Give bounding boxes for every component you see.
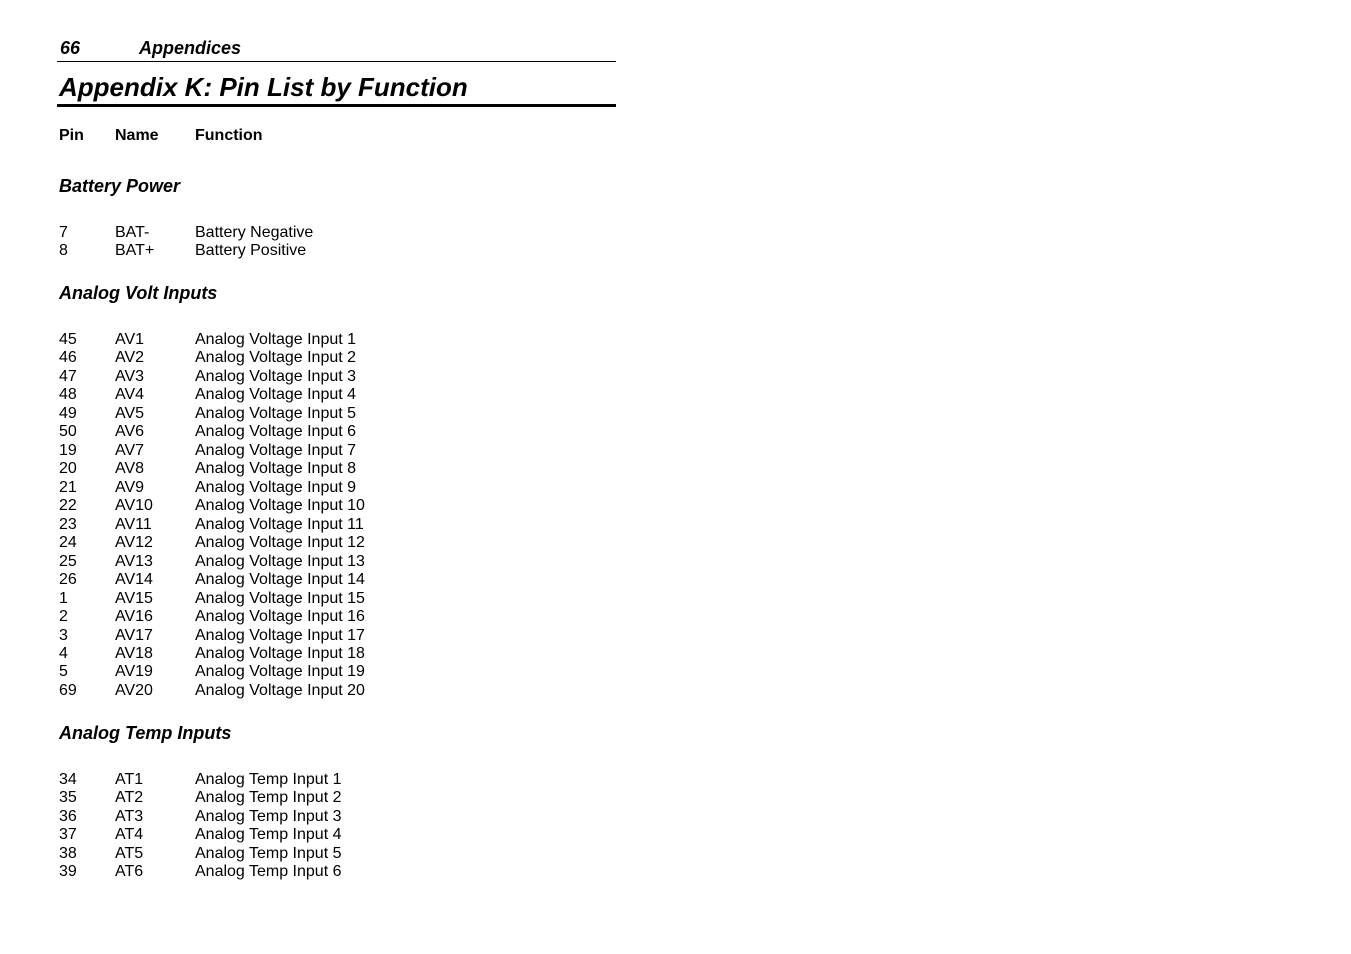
pin-function: Analog Voltage Input 1 (195, 331, 357, 348)
pin-number: 35 (59, 789, 77, 807)
pin-function: Analog Voltage Input 9 (195, 478, 357, 496)
pin-function: Analog Temp Input 1 (195, 771, 342, 788)
pin-name: AV7 (115, 441, 145, 459)
pin-name: AV8 (115, 460, 145, 478)
pin-function: Analog Voltage Input 14 (195, 571, 365, 589)
pin-number: 4 (59, 644, 68, 662)
pin-number: 47 (59, 367, 77, 385)
pin-function: Analog Temp Input 5 (195, 844, 342, 862)
pin-number: 49 (59, 404, 77, 422)
pin-name: AT1 (115, 771, 144, 788)
pin-number: 69 (59, 681, 77, 699)
pin-number: 20 (59, 460, 77, 478)
column-header-pin: Pin (59, 127, 84, 144)
pin-number: 5 (59, 663, 68, 681)
pin-name: AV3 (115, 367, 145, 385)
page-number: 66 (60, 38, 81, 58)
pin-number: 25 (59, 552, 77, 570)
pin-function: Analog Temp Input 3 (195, 807, 342, 825)
section-heading-analog-temp-inputs: Analog Temp Inputs (59, 723, 232, 743)
pin-name: AV6 (115, 423, 145, 441)
pin-function: Analog Voltage Input 10 (195, 497, 365, 515)
pin-name: AV14 (115, 571, 153, 589)
pin-name: BAT+ (115, 242, 155, 260)
pin-name: AV19 (115, 663, 153, 681)
pin-name: AT2 (115, 789, 144, 807)
pin-number: 45 (59, 331, 77, 348)
pin-number: 26 (59, 571, 77, 589)
pin-number: 7 (59, 224, 68, 241)
title-rule (57, 104, 616, 107)
pin-number: 23 (59, 515, 77, 533)
pin-number: 21 (59, 478, 77, 496)
pin-function: Analog Voltage Input 17 (195, 626, 365, 644)
pin-name: AV18 (115, 644, 153, 662)
column-header-function: Function (195, 127, 263, 144)
section-heading-analog-volt-inputs: Analog Volt Inputs (59, 283, 218, 303)
pin-function: Analog Voltage Input 5 (195, 404, 357, 422)
pin-name: AV17 (115, 626, 153, 644)
pin-number: 1 (59, 589, 68, 607)
chapter-title: Appendix K: Pin List by Function (59, 72, 468, 102)
pin-function: Analog Voltage Input 19 (195, 663, 365, 681)
pin-function: Analog Voltage Input 20 (195, 681, 365, 699)
pin-name: AV1 (115, 331, 145, 348)
pin-function: Analog Temp Input 4 (195, 826, 342, 844)
pin-function: Analog Voltage Input 18 (195, 644, 365, 662)
pin-name: AV20 (115, 681, 153, 699)
pin-name: AV11 (115, 515, 152, 533)
pin-number: 2 (59, 608, 68, 626)
pin-function: Analog Voltage Input 4 (195, 386, 357, 404)
pin-number: 34 (59, 771, 77, 788)
pin-name: AV5 (115, 404, 145, 422)
header-rule (57, 61, 616, 62)
pin-number: 39 (59, 863, 77, 881)
running-header: 66 Appendices (60, 37, 241, 59)
pin-function: Analog Voltage Input 13 (195, 552, 365, 570)
pin-name: AV12 (115, 534, 153, 552)
pin-name: AV2 (115, 349, 145, 367)
pin-function: Analog Voltage Input 15 (195, 589, 365, 607)
pin-number: 22 (59, 497, 77, 515)
pin-function: Analog Voltage Input 16 (195, 608, 365, 626)
pin-function: Analog Voltage Input 11 (195, 515, 364, 533)
pin-number: 3 (59, 626, 68, 644)
pin-number: 38 (59, 844, 77, 862)
pin-number: 8 (59, 242, 68, 260)
pin-name: AV15 (115, 589, 153, 607)
pin-number: 19 (59, 441, 77, 459)
pin-function: Analog Voltage Input 6 (195, 423, 357, 441)
pin-function: Battery Negative (195, 224, 314, 241)
pin-function: Analog Voltage Input 2 (195, 349, 357, 367)
pin-number: 50 (59, 423, 77, 441)
pin-number: 48 (59, 386, 77, 404)
pin-function: Analog Temp Input 2 (195, 789, 342, 807)
pin-name: AT4 (115, 826, 144, 844)
pin-name: AV9 (115, 478, 145, 496)
pin-name: AT3 (115, 807, 144, 825)
pin-name: BAT- (115, 224, 150, 241)
pin-function: Analog Voltage Input 8 (195, 460, 357, 478)
pin-number: 37 (59, 826, 77, 844)
pin-name: AV10 (115, 497, 153, 515)
pin-name: AV4 (115, 386, 145, 404)
pin-name: AV16 (115, 608, 153, 626)
pin-function: Analog Voltage Input 3 (195, 367, 357, 385)
running-title: Appendices (139, 38, 242, 58)
pin-name: AV13 (115, 552, 153, 570)
pin-number: 46 (59, 349, 77, 367)
pin-function: Analog Voltage Input 7 (195, 441, 357, 459)
pin-function: Battery Positive (195, 242, 307, 260)
pin-name: AT6 (115, 863, 144, 881)
pin-number: 24 (59, 534, 77, 552)
pin-number: 36 (59, 807, 77, 825)
pin-function: Analog Temp Input 6 (195, 863, 342, 881)
pin-function: Analog Voltage Input 12 (195, 534, 365, 552)
pin-name: AT5 (115, 844, 144, 862)
section-heading-battery-power: Battery Power (59, 176, 181, 196)
column-header-name: Name (115, 127, 159, 144)
